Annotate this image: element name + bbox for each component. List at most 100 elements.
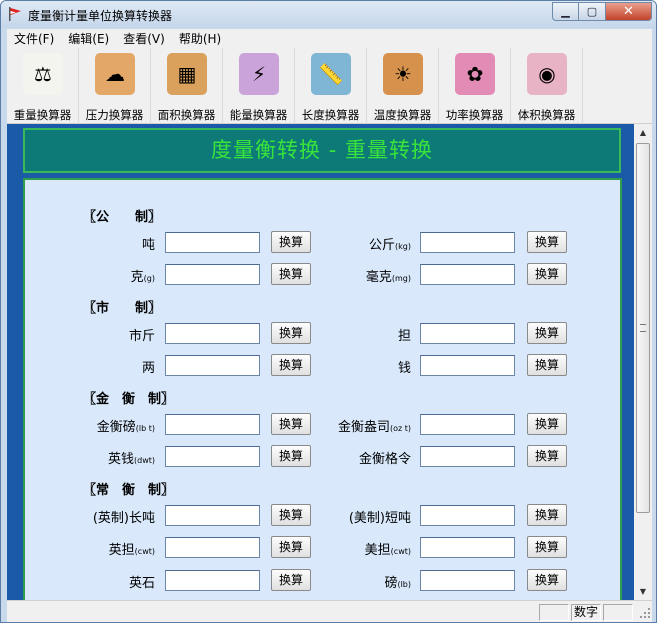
unit-label: 克(g) [131,266,155,285]
toolbar-button-area[interactable]: ▦ 面积换算器 [151,48,223,124]
toolbar-label: 功率换算器 [445,108,504,122]
unit-label: 钱 [398,357,411,376]
convert-button[interactable]: 换算 [527,569,567,591]
unit-name: 克 [130,270,144,285]
menu-file[interactable]: 文件(F) [7,30,61,47]
convert-button[interactable]: 换算 [271,569,311,591]
unit-value-input[interactable] [420,355,515,376]
unit-label: 金衡磅(lb t) [97,416,155,435]
toolbar-button-pressure[interactable]: ☁ 压力换算器 [79,48,151,124]
unit-label: 英担(cwt) [109,539,155,558]
unit-name: 金衡磅 [96,420,136,435]
app-flag-icon [9,7,21,21]
scrollbar-thumb[interactable] [636,143,650,513]
scroll-up-arrow-icon[interactable]: ▲ [634,124,652,141]
toolbar-button-scale[interactable]: ⚖ 重量换算器 [7,48,79,124]
unit-value-input[interactable] [420,232,515,253]
maximize-icon: ▢ [586,5,598,18]
status-bar: 数字 [7,600,652,622]
convert-button[interactable]: 换算 [271,536,311,558]
convert-button[interactable]: 换算 [527,413,567,435]
toolbar-button-temperature[interactable]: ☀ 温度换算器 [367,48,439,124]
toolbar-button-energy[interactable]: ⚡ 能量换算器 [223,48,295,124]
toolbar-button-power[interactable]: ✿ 功率换算器 [439,48,511,124]
unit-name: 担 [397,329,411,344]
header-band: 度量衡转换 - 重量转换 [23,128,621,173]
unit-value-input[interactable] [165,355,260,376]
unit-name: 磅 [384,576,398,591]
unit-name: 市斤 [128,329,155,344]
convert-button[interactable]: 换算 [527,354,567,376]
status-cell-empty-2 [603,604,633,621]
menu-edit[interactable]: 编辑(E) [61,30,116,47]
resize-grip-icon[interactable] [639,607,651,619]
convert-button[interactable]: 换算 [271,413,311,435]
convert-button[interactable]: 换算 [271,322,311,344]
unit-value-input[interactable] [420,537,515,558]
unit-name: 英钱 [107,452,134,467]
unit-value-input[interactable] [420,505,515,526]
unit-name: 两 [141,361,155,376]
menu-view[interactable]: 查看(V) [116,30,172,47]
unit-value-input[interactable] [420,264,515,285]
convert-button[interactable]: 换算 [527,445,567,467]
unit-label: 毫克(mg) [366,266,411,285]
convert-button[interactable]: 换算 [271,354,311,376]
toolbar-label: 压力换算器 [85,108,144,122]
convert-button[interactable]: 换算 [271,504,311,526]
unit-abbrev: (kg) [395,242,411,251]
unit-abbrev: (dwt) [134,456,155,465]
unit-label: (美制)短吨 [349,507,411,526]
scroll-down-arrow-icon[interactable]: ▼ [634,583,652,600]
unit-name: 毫克 [365,270,392,285]
unit-name: 金衡盎司 [337,420,390,435]
unit-label: 两 [142,357,155,376]
menu-help[interactable]: 帮助(H) [172,30,228,47]
convert-button[interactable]: 换算 [271,231,311,253]
unit-abbrev: (cwt) [134,547,155,556]
unit-name: (英制)长吨 [92,511,155,526]
unit-value-input[interactable] [165,414,260,435]
title-bar[interactable]: 度量衡计量单位换算转换器 ▁ ▢ ✕ [1,1,656,28]
vertical-scrollbar[interactable]: ▲ ▼ [634,124,652,600]
convert-button[interactable]: 换算 [527,231,567,253]
unit-value-input[interactable] [165,570,260,591]
unit-value-input[interactable] [165,264,260,285]
maximize-button[interactable]: ▢ [579,2,606,21]
unit-value-input[interactable] [165,505,260,526]
convert-button[interactable]: 换算 [527,322,567,344]
unit-label: 吨 [142,234,155,253]
toolbar-button-volume[interactable]: ◉ 体积换算器 [511,48,583,124]
scale-icon: ⚖ [23,53,63,95]
convert-button[interactable]: 换算 [527,504,567,526]
convert-button[interactable]: 换算 [527,536,567,558]
convert-button[interactable]: 换算 [271,445,311,467]
minimize-icon: ▁ [561,5,570,18]
unit-label: 金衡格令 [359,448,411,467]
convert-button[interactable]: 换算 [527,263,567,285]
close-button[interactable]: ✕ [606,2,652,21]
toolbar-button-length[interactable]: 📏 长度换算器 [295,48,367,124]
toolbar-label: 长度换算器 [301,108,360,122]
unit-value-input[interactable] [165,323,260,344]
area-icon: ▦ [167,53,207,95]
client-area: 度量衡转换 - 重量转换 〖公 制〗吨换算 公斤(kg) 换算 克(g) 换算 毫克(mg… [7,124,652,600]
unit-label: 公斤(kg) [369,234,411,253]
window-title: 度量衡计量单位换算转换器 [28,9,173,23]
unit-name: 公斤 [369,238,396,253]
toolbar-label: 重量换算器 [13,108,72,122]
unit-value-input[interactable] [165,537,260,558]
page-title: 度量衡转换 - 重量转换 [211,138,433,162]
conversion-panel: 〖公 制〗吨换算 公斤(kg) 换算 克(g) 换算 毫克(mg) 换算 〖市 制〗 市斤 换算担… [23,178,622,600]
scroll-grip-icon [640,324,646,332]
unit-label: 美担(cwt) [365,539,411,558]
unit-value-input[interactable] [420,323,515,344]
unit-name: 英石 [128,576,155,591]
convert-button[interactable]: 换算 [271,263,311,285]
unit-value-input[interactable] [420,414,515,435]
unit-value-input[interactable] [420,570,515,591]
minimize-button[interactable]: ▁ [552,2,579,21]
unit-value-input[interactable] [165,446,260,467]
unit-value-input[interactable] [420,446,515,467]
unit-value-input[interactable] [165,232,260,253]
